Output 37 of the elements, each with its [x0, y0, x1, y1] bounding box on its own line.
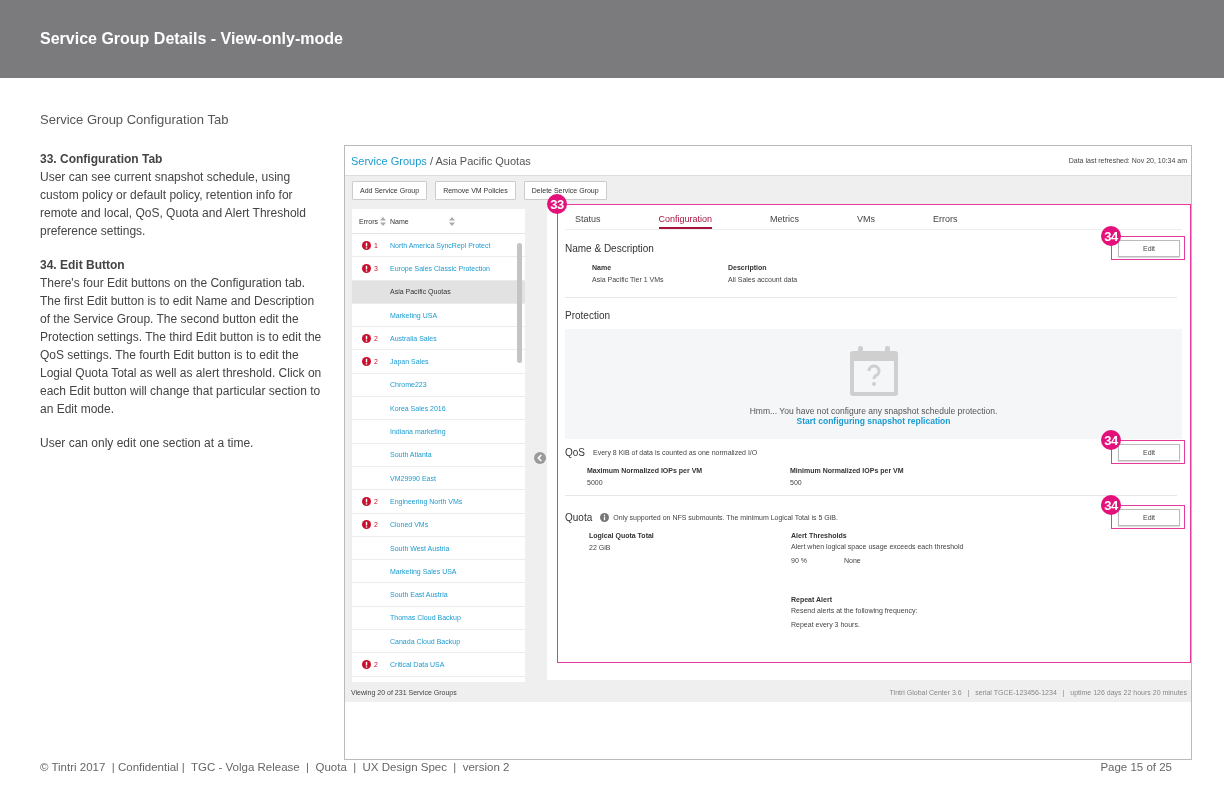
annotation-badge: 33: [547, 194, 567, 214]
error-icon: [362, 263, 371, 273]
sort-icon[interactable]: [380, 216, 387, 226]
section-title: Quota: [565, 511, 593, 523]
breadcrumb: Service Groups / Asia Pacific Quotas: [351, 154, 531, 167]
info-icon: [600, 512, 610, 522]
error-icon: [362, 496, 371, 506]
tab[interactable]: Errors: [933, 206, 958, 229]
note-text: User can only edit one section at a time.: [40, 436, 254, 450]
error-icon: [362, 333, 371, 343]
tab[interactable]: Status: [575, 206, 601, 229]
tab[interactable]: VMs: [857, 206, 876, 229]
tab[interactable]: Metrics: [770, 206, 800, 229]
error-icon: [362, 357, 371, 367]
sort-icon[interactable]: [448, 216, 455, 226]
error-icon: [362, 660, 371, 669]
note-text: There's four Edit buttons on the Configuration tab. The first Edit button is to edit Name and Description of the Service Group. The second button edit the Protection settings. The third Edit button is to edit the QoS settings. The fourth Edit button is to edit the Logial Quota Total as well as alert threshold. Click on each Edit button will change that particular section to an Edit mode.: [40, 276, 322, 416]
section-title: QoS: [565, 446, 585, 458]
collapse-icon[interactable]: [534, 452, 546, 464]
section-title: Protection: [565, 310, 611, 321]
section-title: Name & Description: [565, 242, 654, 254]
note-heading: 33. Configuration Tab: [40, 151, 164, 168]
note-heading: 34. Edit Button: [40, 257, 126, 274]
empty-message: Hmm... You have not configure any snapshot schedule protection.: [749, 406, 998, 416]
note-text: User can see current snapshot schedule, using custom policy or default policy, retention info for remote and local, QoS, Quota and Alert Threshold preference settings.: [40, 170, 306, 238]
breadcrumb-link[interactable]: Service Groups: [351, 154, 427, 167]
page-number: Page 15 of 25: [1100, 761, 1172, 773]
calendar-question-icon: [849, 346, 898, 396]
error-icon: [362, 520, 371, 530]
page-title: Service Group Details - View-only-mode: [40, 30, 343, 48]
page-subtitle: Service Group Configuration Tab: [40, 112, 229, 127]
scrollbar[interactable]: [517, 243, 522, 363]
footer-text: © Tintri 2017 | Confidential | TGC - Volga Release | Quota | UX Design Spec | version 2: [40, 761, 510, 773]
error-icon: [362, 240, 371, 250]
annotation-badge: 34: [1101, 226, 1121, 246]
annotation-badge: 34: [1101, 495, 1121, 515]
tab[interactable]: Configuration: [658, 206, 713, 229]
